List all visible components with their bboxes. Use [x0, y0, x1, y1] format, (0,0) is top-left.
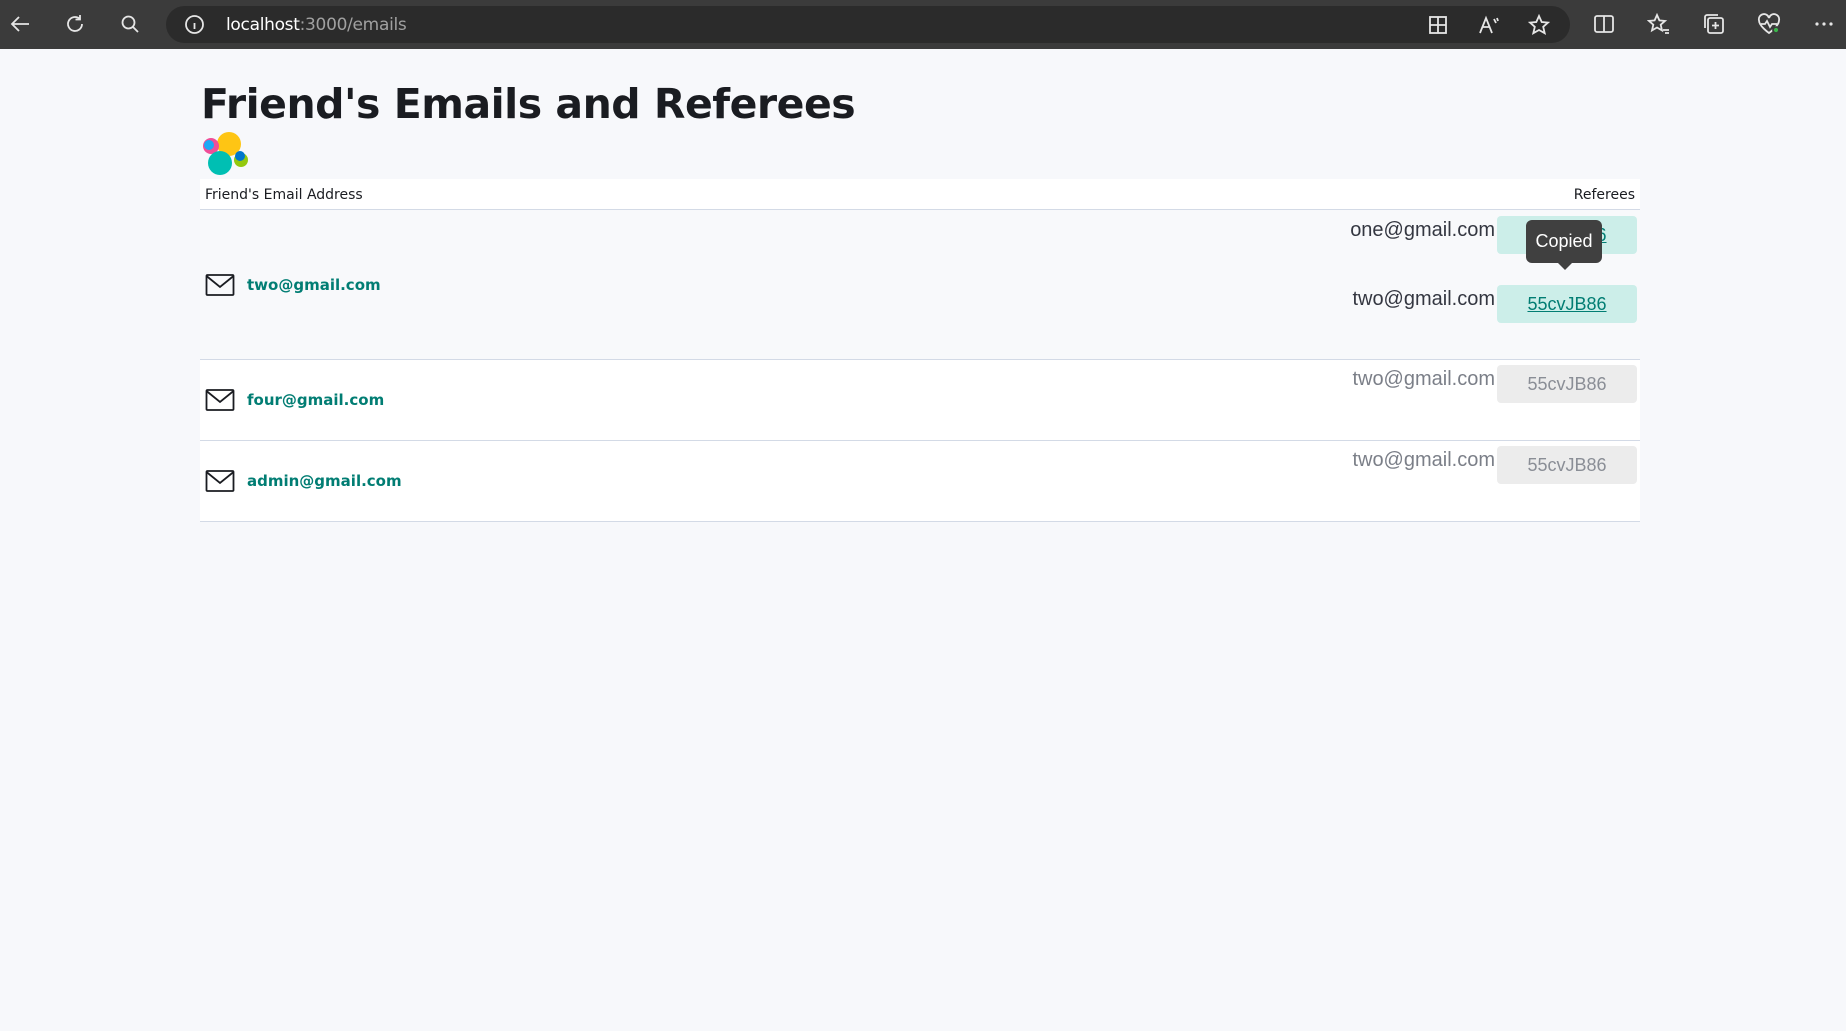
mail-icon — [205, 389, 235, 411]
favorite-star-icon — [1528, 14, 1550, 35]
table-row: admin@gmail.com two@gmail.com 55cvJB86 — [200, 441, 1640, 522]
referral-code-button[interactable]: 55cvJB86 — [1497, 446, 1637, 484]
more-options-button[interactable] — [1806, 6, 1842, 42]
back-arrow-icon — [10, 16, 29, 32]
referee-email: two@gmail.com — [1352, 449, 1495, 471]
referee-email: two@gmail.com — [1352, 368, 1495, 390]
column-header-referees[interactable]: Referees — [1574, 187, 1635, 203]
emails-table: Friend's Email Address Referees two@gmai… — [200, 179, 1640, 522]
table-row: four@gmail.com two@gmail.com 55cvJB86 — [200, 360, 1640, 441]
email-cell: admin@gmail.com — [205, 469, 402, 493]
column-header-email[interactable]: Friend's Email Address — [205, 187, 363, 203]
app-available-icon — [1429, 16, 1447, 34]
refresh-icon — [67, 15, 83, 32]
browser-toolbar: localhost:3000/emails — [0, 0, 1846, 49]
favorites-button[interactable] — [1641, 6, 1677, 42]
favorite-button[interactable] — [1526, 12, 1552, 38]
logo-icon — [203, 132, 248, 175]
collections-icon — [1704, 14, 1724, 34]
search-button[interactable] — [112, 6, 148, 42]
browser-essentials-button[interactable] — [1751, 6, 1787, 42]
address-url[interactable]: localhost:3000/emails — [226, 15, 407, 35]
referee-email: one@gmail.com — [1350, 219, 1495, 241]
back-button[interactable] — [2, 6, 38, 42]
url-host: localhost — [226, 15, 300, 35]
collections-button[interactable] — [1696, 6, 1732, 42]
referee-entry: two@gmail.com 55cvJB86 — [1350, 364, 1640, 428]
referral-code-button[interactable]: 55cvJB86 — [1497, 285, 1637, 323]
mail-icon — [205, 470, 235, 492]
referee-entry: two@gmail.com 55cvJB86 — [1350, 445, 1640, 509]
split-screen-button[interactable] — [1586, 6, 1622, 42]
referral-code-button[interactable]: 55cvJB86 — [1497, 365, 1637, 403]
copied-tooltip: Copied — [1526, 220, 1602, 270]
email-link[interactable]: two@gmail.com — [247, 276, 381, 294]
mail-icon — [205, 274, 235, 296]
read-aloud-button[interactable] — [1476, 12, 1502, 38]
browser-essentials-icon — [1757, 13, 1781, 35]
email-link[interactable]: four@gmail.com — [247, 391, 384, 409]
read-aloud-icon — [1479, 15, 1499, 34]
table-row: two@gmail.com one@gmail.com 55cvJB86 two… — [200, 210, 1640, 360]
search-icon — [121, 15, 139, 33]
refresh-button[interactable] — [57, 6, 93, 42]
app-available-button[interactable] — [1425, 12, 1451, 38]
email-cell: four@gmail.com — [205, 388, 384, 412]
address-bar[interactable]: localhost:3000/emails — [166, 6, 1570, 43]
referee-entry: two@gmail.com 55cvJB86 — [1350, 284, 1640, 348]
email-cell: two@gmail.com — [205, 273, 381, 297]
site-info-icon[interactable] — [184, 14, 205, 35]
favorites-icon — [1647, 13, 1669, 34]
split-screen-icon — [1594, 15, 1614, 33]
more-options-icon — [1815, 22, 1833, 26]
url-path: :3000/emails — [299, 15, 407, 35]
referee-email: two@gmail.com — [1352, 288, 1495, 310]
table-header: Friend's Email Address Referees — [200, 179, 1640, 210]
email-link[interactable]: admin@gmail.com — [247, 472, 402, 490]
page-title: Friend's Emails and Referees — [201, 80, 856, 128]
